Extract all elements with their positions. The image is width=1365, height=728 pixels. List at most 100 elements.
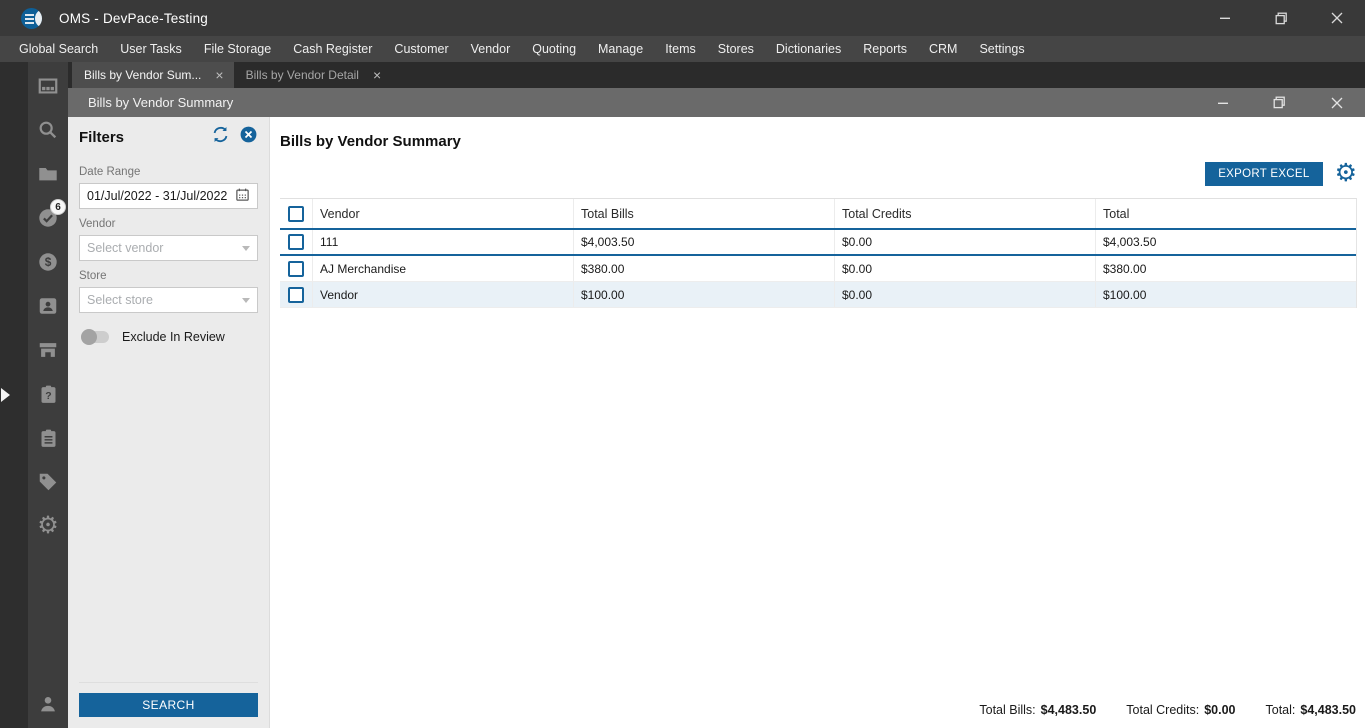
vendor-select-placeholder: Select vendor <box>87 241 164 255</box>
folder-icon <box>37 163 59 185</box>
table-cell: $100.00 <box>1095 282 1356 307</box>
export-excel-button[interactable]: EXPORT EXCEL <box>1205 161 1323 186</box>
svg-text:$: $ <box>45 255 52 269</box>
panel-expander-arrow[interactable] <box>1 388 10 402</box>
refresh-icon[interactable] <box>211 125 230 149</box>
tag-icon <box>37 471 59 493</box>
menu-item-global-search[interactable]: Global Search <box>8 38 109 60</box>
filters-panel: Filters Date Range 01/Jul/2022 - 31/Jul/… <box>68 117 270 728</box>
sidebar-item-tags[interactable] <box>28 460 68 504</box>
sidebar-item-dashboard[interactable] <box>28 64 68 108</box>
sidebar-item-settings[interactable]: ⚙ <box>28 504 68 548</box>
table-cell: $380.00 <box>573 256 834 281</box>
window-titlebar: OMS - DevPace-Testing <box>0 0 1365 36</box>
checkbox-icon <box>288 260 304 277</box>
sidebar-item-profile[interactable] <box>28 682 68 726</box>
column-header-total-credits[interactable]: Total Credits <box>834 199 1095 228</box>
chevron-down-icon <box>242 245 250 251</box>
sidebar-item-files[interactable] <box>28 152 68 196</box>
search-button[interactable]: SEARCH <box>79 693 258 717</box>
toggle-knob <box>81 329 97 345</box>
total-bills-label: Total Bills: <box>979 703 1036 717</box>
sidebar-item-search[interactable] <box>28 108 68 152</box>
select-all-checkbox[interactable] <box>280 199 312 228</box>
clipboard-list-icon <box>38 428 59 449</box>
store-label: Store <box>79 270 107 282</box>
menu-item-quoting[interactable]: Quoting <box>521 38 587 60</box>
svg-text:?: ? <box>45 389 51 401</box>
sidebar-item-orders[interactable] <box>28 416 68 460</box>
tasks-count-badge: 6 <box>50 199 66 215</box>
totals-footer: Total Bills: $4,483.50 Total Credits: $0… <box>979 703 1356 717</box>
user-icon <box>37 693 59 715</box>
table-cell: AJ Merchandise <box>312 256 573 281</box>
document-tab-bar: Bills by Vendor Sum... × Bills by Vendor D… <box>68 62 1365 88</box>
column-header-vendor[interactable]: Vendor <box>312 199 573 228</box>
total-credits-value: $0.00 <box>1204 703 1236 717</box>
vendor-label: Vendor <box>79 218 116 230</box>
calendar-icon[interactable] <box>235 187 250 205</box>
grid-settings-gear-icon[interactable]: ⚙ <box>1335 161 1357 186</box>
dashboard-icon <box>37 75 59 97</box>
clipboard-question-icon: ? <box>38 384 59 405</box>
date-range-input[interactable]: 01/Jul/2022 - 31/Jul/2022 <box>79 183 258 209</box>
checkbox-icon <box>288 205 304 222</box>
menu-item-manage[interactable]: Manage <box>587 38 654 60</box>
sidebar-item-money[interactable]: $ <box>28 240 68 284</box>
inner-window-title: Bills by Vendor Summary <box>88 95 234 110</box>
row-checkbox[interactable] <box>280 230 312 254</box>
store-select[interactable]: Select store <box>79 287 258 313</box>
sidebar-item-stores[interactable] <box>28 328 68 372</box>
window-controls <box>1197 0 1365 36</box>
close-button[interactable] <box>1309 0 1365 36</box>
inner-close-button[interactable] <box>1308 88 1365 117</box>
inner-window-controls <box>1194 88 1365 117</box>
table-row[interactable]: 111 $4,003.50 $0.00 $4,003.50 <box>280 228 1356 256</box>
sidebar-item-contacts[interactable] <box>28 284 68 328</box>
row-checkbox[interactable] <box>280 282 312 307</box>
minimize-button[interactable] <box>1197 0 1253 36</box>
sidebar-item-help-tasks[interactable]: ? <box>28 372 68 416</box>
row-checkbox[interactable] <box>280 256 312 281</box>
table-row[interactable]: AJ Merchandise $380.00 $0.00 $380.00 <box>280 256 1356 282</box>
restore-button[interactable] <box>1253 0 1309 36</box>
tab-close-icon[interactable]: × <box>215 68 223 82</box>
menu-item-reports[interactable]: Reports <box>852 38 918 60</box>
tab-label: Bills by Vendor Detail <box>245 68 359 82</box>
menu-item-settings[interactable]: Settings <box>968 38 1035 60</box>
clear-filters-icon[interactable] <box>239 125 258 149</box>
menu-item-stores[interactable]: Stores <box>707 38 765 60</box>
menu-item-crm[interactable]: CRM <box>918 38 968 60</box>
tab-bills-by-vendor-sum[interactable]: Bills by Vendor Sum... × <box>72 62 234 88</box>
inner-restore-button[interactable] <box>1251 88 1308 117</box>
checkbox-icon <box>288 286 304 303</box>
search-icon <box>37 119 59 141</box>
column-header-total-bills[interactable]: Total Bills <box>573 199 834 228</box>
exclude-in-review-toggle[interactable] <box>81 329 109 345</box>
chevron-down-icon <box>242 297 250 303</box>
menu-item-file-storage[interactable]: File Storage <box>193 38 282 60</box>
inner-minimize-button[interactable] <box>1194 88 1251 117</box>
vendor-select[interactable]: Select vendor <box>79 235 258 261</box>
menu-item-cash-register[interactable]: Cash Register <box>282 38 383 60</box>
gear-icon: ⚙ <box>37 512 59 539</box>
menu-item-user-tasks[interactable]: User Tasks <box>109 38 193 60</box>
sidebar-item-tasks[interactable]: 6 <box>28 196 68 240</box>
tab-close-icon[interactable]: × <box>373 68 381 82</box>
table-row[interactable]: Vendor $100.00 $0.00 $100.00 <box>280 282 1356 308</box>
application-window: OMS - DevPace-Testing Global Search User … <box>0 0 1365 728</box>
main-menu-bar: Global Search User Tasks File Storage Cash … <box>0 36 1365 62</box>
table-cell: $4,003.50 <box>1095 230 1356 254</box>
checkbox-icon <box>288 234 304 250</box>
left-sidebar: 6 $ ? ⚙ <box>0 62 68 728</box>
tab-bills-by-vendor-detail[interactable]: Bills by Vendor Detail × <box>234 62 392 88</box>
table-cell: $100.00 <box>573 282 834 307</box>
menu-item-dictionaries[interactable]: Dictionaries <box>765 38 852 60</box>
column-header-total[interactable]: Total <box>1095 199 1356 228</box>
menu-item-items[interactable]: Items <box>654 38 707 60</box>
menu-item-customer[interactable]: Customer <box>383 38 459 60</box>
menu-item-vendor[interactable]: Vendor <box>460 38 522 60</box>
results-table: Vendor Total Bills Total Credits Total 111 $4… <box>280 198 1357 308</box>
table-cell: $380.00 <box>1095 256 1356 281</box>
store-icon <box>37 339 59 361</box>
